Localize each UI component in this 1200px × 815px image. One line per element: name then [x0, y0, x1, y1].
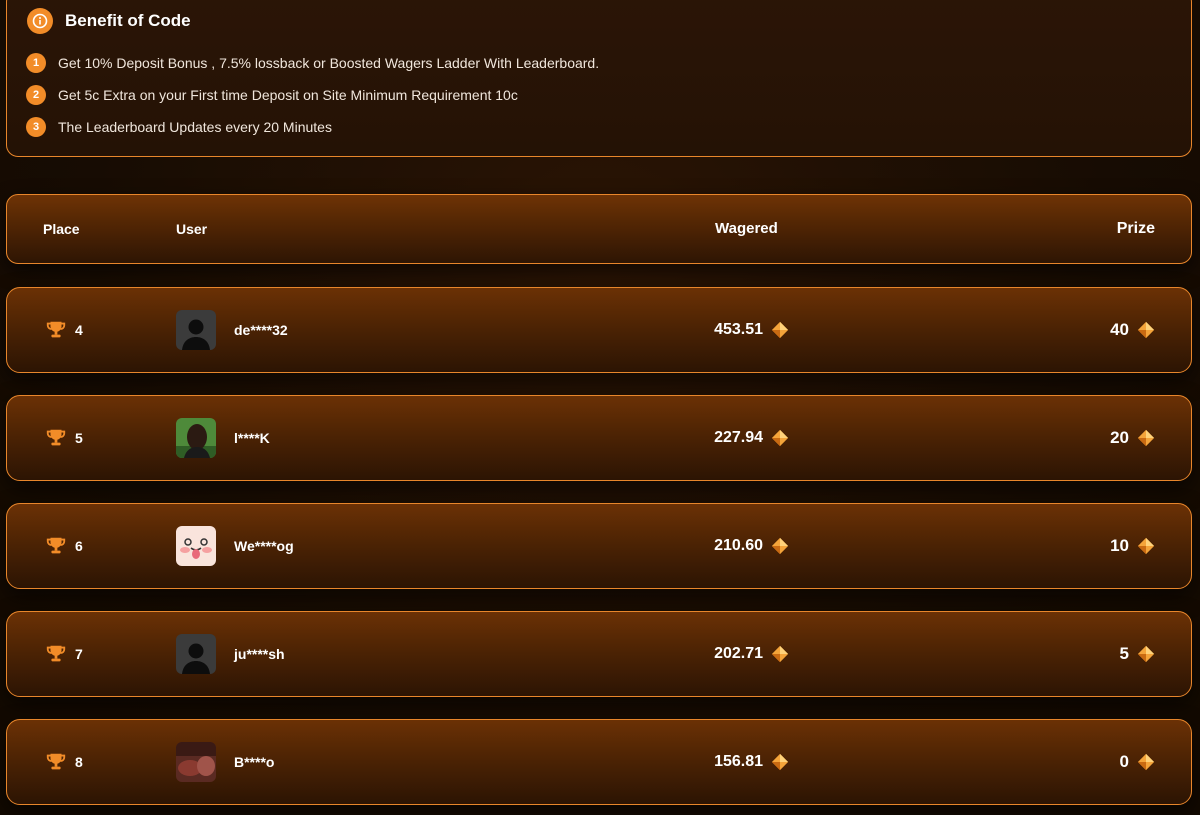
place-cell: 8: [45, 720, 83, 803]
prize-cell: 0: [1120, 720, 1155, 803]
wagered-cell: 210.60: [567, 504, 789, 587]
prize-cell: 40: [1110, 288, 1155, 371]
number-badge: 1: [26, 53, 46, 73]
place-cell: 4: [45, 288, 83, 371]
place-cell: 6: [45, 504, 83, 587]
gem-icon: [1137, 645, 1155, 662]
column-header-wagered: Wagered: [715, 220, 778, 237]
username: We****og: [234, 537, 294, 554]
leaderboard-row: 6 We****og 210.60 10: [6, 503, 1192, 589]
cartoon-avatar: [176, 525, 216, 566]
benefit-item: 3 The Leaderboard Updates every 20 Minut…: [26, 111, 599, 143]
place-number: 8: [75, 753, 83, 770]
place-cell: 5: [45, 396, 83, 479]
wagered-cell: 156.81: [567, 720, 789, 803]
wagered-amount: 453.51: [714, 320, 763, 338]
user-cell: We****og: [176, 504, 294, 587]
username: ju****sh: [234, 645, 285, 662]
user-cell: ju****sh: [176, 612, 285, 695]
gem-icon: [771, 753, 789, 770]
leaderboard-row: 8 B****o 156.81 0: [6, 719, 1192, 805]
benefit-item: 1 Get 10% Deposit Bonus , 7.5% lossback …: [26, 47, 599, 79]
wagered-cell: 453.51: [567, 288, 789, 371]
place-number: 4: [75, 321, 83, 338]
prize-amount: 40: [1110, 319, 1129, 339]
benefit-title: Benefit of Code: [65, 11, 191, 30]
username: B****o: [234, 753, 275, 770]
place-number: 7: [75, 645, 83, 662]
leaderboard-row: 5 l****K 227.94 20: [6, 395, 1192, 481]
trophy-icon: [46, 537, 66, 553]
gem-icon: [1137, 753, 1155, 770]
default-avatar: [176, 309, 216, 350]
prize-amount: 5: [1119, 643, 1129, 663]
gem-icon: [771, 645, 789, 662]
photo-avatar: [176, 741, 216, 782]
benefit-header: Benefit of Code: [27, 7, 191, 35]
leaderboard-header: Place User Wagered Prize: [6, 194, 1192, 264]
gem-icon: [771, 537, 789, 554]
column-header-prize: Prize: [1116, 219, 1155, 237]
trophy-icon: [46, 321, 66, 337]
info-icon: [27, 8, 53, 34]
prize-cell: 5: [1120, 612, 1155, 695]
gem-icon: [771, 429, 789, 446]
gem-icon: [771, 321, 789, 338]
leaderboard-row: 4 de****32 453.51 40: [6, 287, 1192, 373]
place-number: 6: [75, 537, 83, 554]
trophy-icon: [46, 645, 66, 661]
prize-amount: 10: [1110, 535, 1129, 555]
default-avatar: [176, 633, 216, 674]
gem-icon: [1137, 429, 1155, 446]
column-header-user: User: [176, 220, 208, 237]
leaderboard-row: 7 ju****sh 202.71 5: [6, 611, 1192, 697]
number-badge: 3: [26, 117, 46, 137]
benefit-text: Get 5c Extra on your First time Deposit …: [58, 87, 518, 103]
user-cell: l****K: [176, 396, 270, 479]
number-badge: 2: [26, 85, 46, 105]
prize-amount: 0: [1119, 751, 1129, 771]
wagered-amount: 156.81: [714, 752, 763, 770]
place-number: 5: [75, 429, 83, 446]
prize-cell: 20: [1110, 396, 1155, 479]
benefit-text: Get 10% Deposit Bonus , 7.5% lossback or…: [58, 55, 600, 71]
photo-avatar: [176, 417, 216, 458]
place-cell: 7: [45, 612, 83, 695]
wagered-cell: 227.94: [567, 396, 789, 479]
benefit-item: 2 Get 5c Extra on your First time Deposi…: [26, 79, 599, 111]
wagered-cell: 202.71: [567, 612, 789, 695]
wagered-amount: 227.94: [714, 428, 763, 446]
username: de****32: [234, 321, 288, 338]
benefit-text: The Leaderboard Updates every 20 Minutes: [58, 119, 332, 135]
gem-icon: [1137, 321, 1155, 338]
trophy-icon: [46, 429, 66, 445]
prize-cell: 10: [1110, 504, 1155, 587]
column-header-place: Place: [43, 220, 80, 237]
trophy-icon: [46, 753, 66, 769]
user-cell: de****32: [176, 288, 288, 371]
wagered-amount: 202.71: [714, 644, 763, 662]
benefit-list: 1 Get 10% Deposit Bonus , 7.5% lossback …: [26, 47, 599, 143]
user-cell: B****o: [176, 720, 274, 803]
wagered-amount: 210.60: [714, 536, 763, 554]
username: l****K: [234, 429, 270, 446]
prize-amount: 20: [1110, 427, 1129, 447]
benefit-card: Benefit of Code 1 Get 10% Deposit Bonus …: [6, 0, 1192, 157]
gem-icon: [1137, 537, 1155, 554]
